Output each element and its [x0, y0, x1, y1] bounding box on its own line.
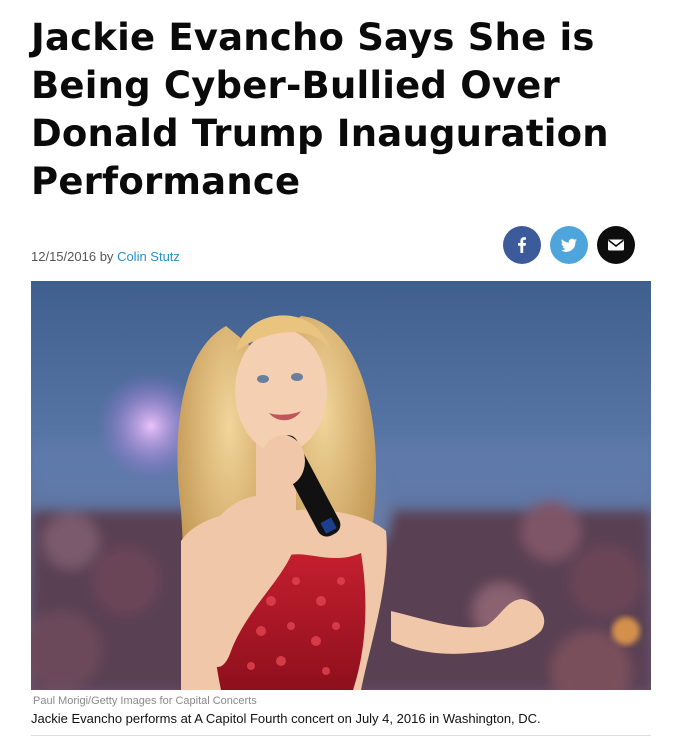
author-link[interactable]: Colin Stutz [117, 249, 180, 264]
facebook-icon [518, 237, 526, 253]
twitter-icon [561, 238, 577, 252]
divider [31, 735, 651, 736]
facebook-share-button[interactable] [503, 226, 541, 264]
publish-date: 12/15/2016 [31, 249, 97, 264]
article-meta: 12/15/2016 by Colin Stutz [31, 249, 180, 264]
email-icon [608, 239, 624, 251]
byline-prefix: by [99, 249, 114, 264]
photo-credit: Paul Morigi/Getty Images for Capital Con… [33, 695, 257, 707]
share-bar [503, 226, 635, 264]
photo-caption: Jackie Evancho performs at A Capitol Fou… [31, 711, 541, 726]
twitter-share-button[interactable] [550, 226, 588, 264]
article-headline: Jackie Evancho Says She is Being Cyber-B… [31, 16, 609, 203]
performer-illustration [31, 281, 651, 690]
email-share-button[interactable] [597, 226, 635, 264]
article-photo [31, 281, 651, 690]
